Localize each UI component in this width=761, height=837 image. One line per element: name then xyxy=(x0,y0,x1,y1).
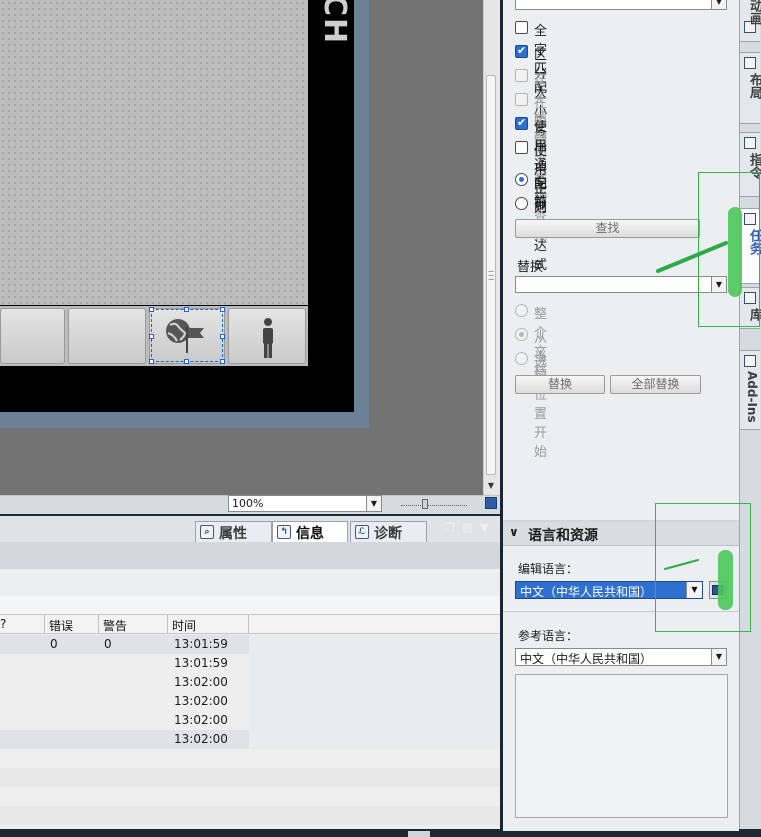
tab-label: Add-Ins xyxy=(745,371,759,423)
checkbox[interactable] xyxy=(515,44,528,58)
function-key-2[interactable] xyxy=(68,308,146,364)
select-value: 中文（中华人民共和国） xyxy=(520,652,653,666)
table-row[interactable]: 13:02:00 xyxy=(0,730,500,749)
zoom-fit-icon[interactable] xyxy=(485,497,497,509)
status-bar-indicator xyxy=(408,831,430,837)
annotation-highlight xyxy=(718,550,733,610)
resize-handle[interactable] xyxy=(184,307,189,312)
column-separator[interactable] xyxy=(44,615,45,634)
zoom-slider-track[interactable] xyxy=(401,505,467,508)
resize-handle[interactable] xyxy=(149,334,154,339)
taskcard-tab-addins[interactable]: Add-Ins xyxy=(740,350,760,430)
zoom-slider-knob[interactable] xyxy=(422,499,428,509)
scroll-down-arrow-icon[interactable]: ▼ xyxy=(484,479,498,493)
hmi-screen-surface[interactable] xyxy=(0,0,308,305)
addins-icon xyxy=(744,355,756,367)
cell-time: 13:02:00 xyxy=(174,675,228,689)
tab-info[interactable]: ↰ 信息 xyxy=(272,521,348,543)
replace-all-button[interactable]: 全部替换 xyxy=(610,375,701,394)
cell-time: 13:02:00 xyxy=(174,694,228,708)
cell-time: 13:01:59 xyxy=(174,637,228,651)
info-icon: ↰ xyxy=(277,525,291,539)
edit-language-label: 编辑语言： xyxy=(518,562,579,576)
resize-handle[interactable] xyxy=(184,359,189,364)
reference-language-select[interactable]: 中文（中华人民共和国） ▼ xyxy=(515,648,727,666)
layout-icon xyxy=(744,57,756,69)
resize-handle[interactable] xyxy=(220,307,225,312)
properties-icon: ⌕ xyxy=(200,525,214,539)
checkbox[interactable] xyxy=(515,141,528,154)
checkbox xyxy=(515,93,528,106)
column-separator[interactable] xyxy=(248,615,249,634)
radio-button xyxy=(515,328,528,341)
window-controls-icon[interactable]: ❐ ▤ ▼ xyxy=(445,521,491,534)
resize-handle[interactable] xyxy=(220,334,225,339)
diagnostics-icon: ℒ xyxy=(355,525,369,539)
table-row[interactable]: 13:01:59 xyxy=(0,654,500,673)
reference-text-area[interactable] xyxy=(515,674,728,818)
table-spacer xyxy=(0,596,500,614)
annotation-stroke xyxy=(664,559,699,570)
cell-time: 13:02:00 xyxy=(174,732,228,746)
chevron-down-icon: ▼ xyxy=(366,496,381,511)
radio-button[interactable] xyxy=(515,173,528,186)
radio-button xyxy=(515,304,528,317)
column-header-errors[interactable]: 错误 xyxy=(49,617,73,634)
tab-label: 诊断 xyxy=(374,526,402,542)
column-header-warnings[interactable]: 警告 xyxy=(103,617,127,634)
find-input[interactable]: ▼ xyxy=(515,0,727,10)
zoom-value: 100% xyxy=(232,497,264,510)
table-empty-rows xyxy=(0,749,500,829)
selection-outline xyxy=(151,309,223,362)
chevron-down-icon: ▼ xyxy=(711,0,726,9)
function-key-user[interactable] xyxy=(228,308,306,364)
tab-label: 属性 xyxy=(219,526,247,542)
reference-language-label: 参考语言： xyxy=(518,629,579,643)
checkbox xyxy=(515,69,528,82)
inspector-toolbar xyxy=(0,569,500,596)
message-table-header: ? 错误 警告 时间 xyxy=(0,614,500,634)
tab-properties[interactable]: ⌕ 属性 xyxy=(195,521,272,543)
table-row[interactable]: 13:02:00 xyxy=(0,711,500,730)
select-value: 中文（中华人民共和国） xyxy=(520,585,653,599)
taskcard-tab-layout[interactable]: 布局 xyxy=(740,52,761,124)
person-icon xyxy=(263,318,273,358)
taskcard-tab-animation[interactable]: 动画 xyxy=(740,0,761,42)
resize-handle[interactable] xyxy=(220,359,225,364)
chevron-down-icon[interactable]: ∨ xyxy=(509,525,519,539)
inspector-tab-bar: ⌕ 属性 ↰ 信息 ℒ 诊断 xyxy=(0,514,500,543)
chevron-down-icon: ▼ xyxy=(711,649,726,665)
tab-label: 信息 xyxy=(296,526,324,542)
cell-errors: 0 xyxy=(50,637,58,651)
table-row[interactable]: 13:02:00 xyxy=(0,673,500,692)
column-separator[interactable] xyxy=(167,615,168,634)
radio-button[interactable] xyxy=(515,197,528,210)
tab-diagnostics[interactable]: ℒ 诊断 xyxy=(350,521,427,543)
resize-handle[interactable] xyxy=(149,307,154,312)
annotation-stroke xyxy=(656,241,728,273)
radio-button xyxy=(515,352,528,365)
checkbox[interactable] xyxy=(515,116,528,130)
checkbox[interactable] xyxy=(515,21,528,34)
column-header-time[interactable]: 时间 xyxy=(172,617,196,634)
table-row[interactable]: 0 0 13:01:59 xyxy=(0,635,500,654)
tab-label: 动画 xyxy=(747,0,761,25)
instructions-icon xyxy=(744,137,756,149)
tab-label: 布局 xyxy=(747,73,761,99)
table-row[interactable]: 13:02:00 xyxy=(0,692,500,711)
replace-button[interactable]: 替换 xyxy=(515,375,605,394)
inspector-subtab-bar xyxy=(0,542,500,569)
grip-icon: ‒ ‒ ‒ xyxy=(488,266,495,285)
cell-time: 13:02:00 xyxy=(174,713,228,727)
column-separator[interactable] xyxy=(98,615,99,634)
device-brand-text: CH xyxy=(317,0,352,46)
zoom-select[interactable]: 100% ▼ xyxy=(228,495,382,512)
function-key-1[interactable] xyxy=(0,308,65,364)
cell-time: 13:01:59 xyxy=(174,656,228,670)
cell-warnings: 0 xyxy=(104,637,112,651)
column-header[interactable]: ? xyxy=(0,617,6,631)
panel-title: 语言和资源 xyxy=(528,528,598,544)
resize-handle[interactable] xyxy=(149,359,154,364)
